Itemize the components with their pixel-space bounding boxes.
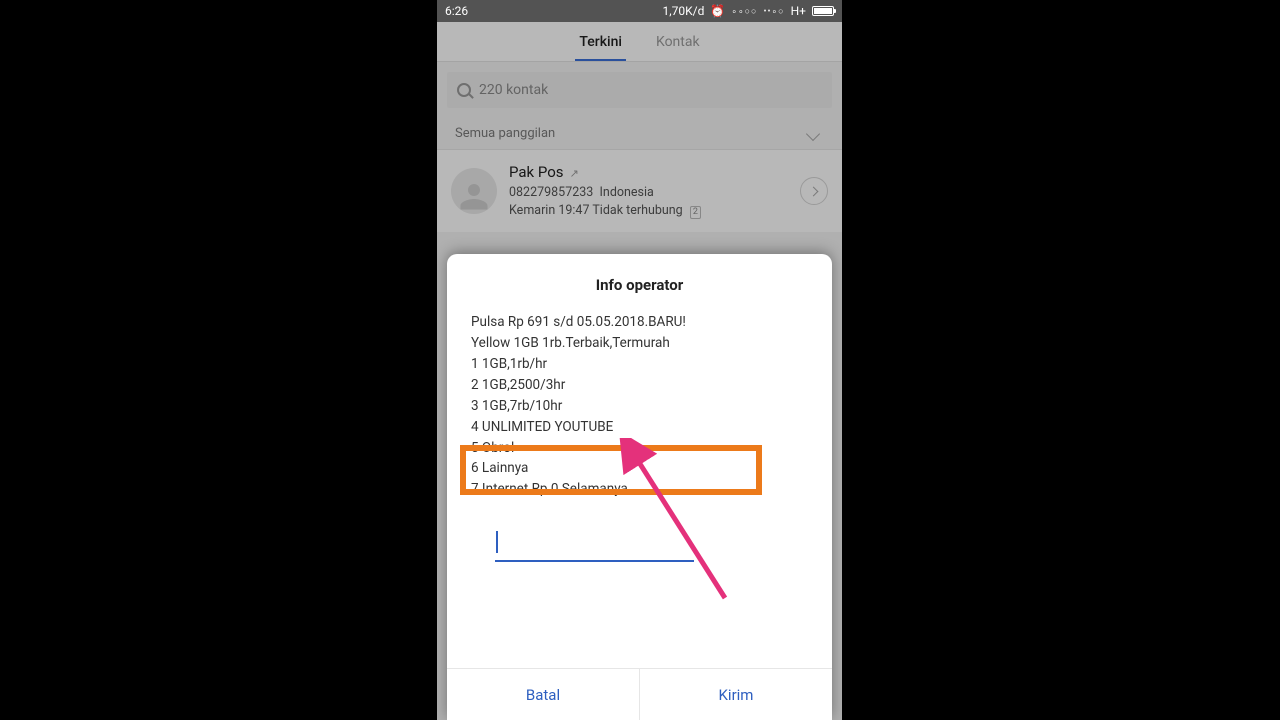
call-filter[interactable]: Semua panggilan (437, 118, 842, 149)
search-input[interactable]: 220 kontak (447, 72, 832, 108)
search-icon (457, 83, 471, 97)
call-name: Pak Pos (509, 163, 564, 181)
ussd-line: 6 Lainnya (471, 458, 808, 479)
call-log-item[interactable]: Pak Pos ↗ 082279857233 Indonesia Kemarin… (437, 149, 842, 232)
tab-contacts[interactable]: Kontak (656, 34, 700, 50)
ussd-line: 1 1GB,1rb/hr (471, 354, 808, 375)
send-button[interactable]: Kirim (639, 669, 832, 720)
status-bar: 6:26 1,70K/d ⏰ ∘∘○○ ••∘○ H+ (437, 0, 842, 22)
call-status: Tidak terhubung (592, 203, 682, 218)
cancel-button[interactable]: Batal (447, 669, 639, 720)
search-placeholder: 220 kontak (479, 82, 548, 98)
ussd-input[interactable] (495, 534, 694, 562)
dialog-title: Info operator (447, 254, 832, 312)
text-cursor (496, 531, 498, 553)
call-country: Indonesia (600, 185, 654, 200)
call-detail-button[interactable] (800, 177, 828, 205)
signal-1-icon: ∘∘○○ (731, 6, 757, 17)
dialog-body: Pulsa Rp 691 s/d 05.05.2018.BARU! Yellow… (447, 312, 832, 668)
ussd-line: 7 Internet Rp 0 Selamanya (471, 479, 808, 500)
call-time: Kemarin 19:47 (509, 203, 589, 218)
ussd-line: 3 1GB,7rb/10hr (471, 396, 808, 417)
battery-icon (812, 6, 834, 16)
ussd-input-wrap (471, 500, 808, 562)
sim-badge: 2 (690, 206, 701, 219)
call-number: 082279857233 (509, 185, 593, 200)
outgoing-icon: ↗ (570, 167, 579, 180)
tab-bar: Terkini Kontak (437, 22, 842, 62)
signal-2-icon: ••∘○ (763, 6, 784, 17)
ussd-line: 2 1GB,2500/3hr (471, 375, 808, 396)
ussd-line: Pulsa Rp 691 s/d 05.05.2018.BARU! (471, 312, 808, 333)
call-details: Pak Pos ↗ 082279857233 Indonesia Kemarin… (509, 162, 792, 220)
tab-recent[interactable]: Terkini (579, 34, 622, 50)
alarm-icon: ⏰ (710, 4, 725, 18)
status-speed: 1,70K/d (663, 4, 705, 18)
avatar (451, 168, 497, 214)
ussd-line: 4 UNLIMITED YOUTUBE (471, 417, 808, 438)
chevron-down-icon (806, 126, 820, 140)
phone-screen: 6:26 1,70K/d ⏰ ∘∘○○ ••∘○ H+ Terkini Kont… (437, 0, 842, 720)
ussd-line: Yellow 1GB 1rb.Terbaik,Termurah (471, 333, 808, 354)
dialog-actions: Batal Kirim (447, 668, 832, 720)
ussd-line: 5 Obrol (471, 438, 808, 459)
chevron-right-icon (808, 186, 818, 196)
status-right: 1,70K/d ⏰ ∘∘○○ ••∘○ H+ (663, 4, 834, 18)
filter-label: Semua panggilan (455, 126, 555, 141)
status-time: 6:26 (445, 4, 468, 18)
network-type: H+ (791, 4, 806, 18)
ussd-dialog: Info operator Pulsa Rp 691 s/d 05.05.201… (447, 254, 832, 720)
